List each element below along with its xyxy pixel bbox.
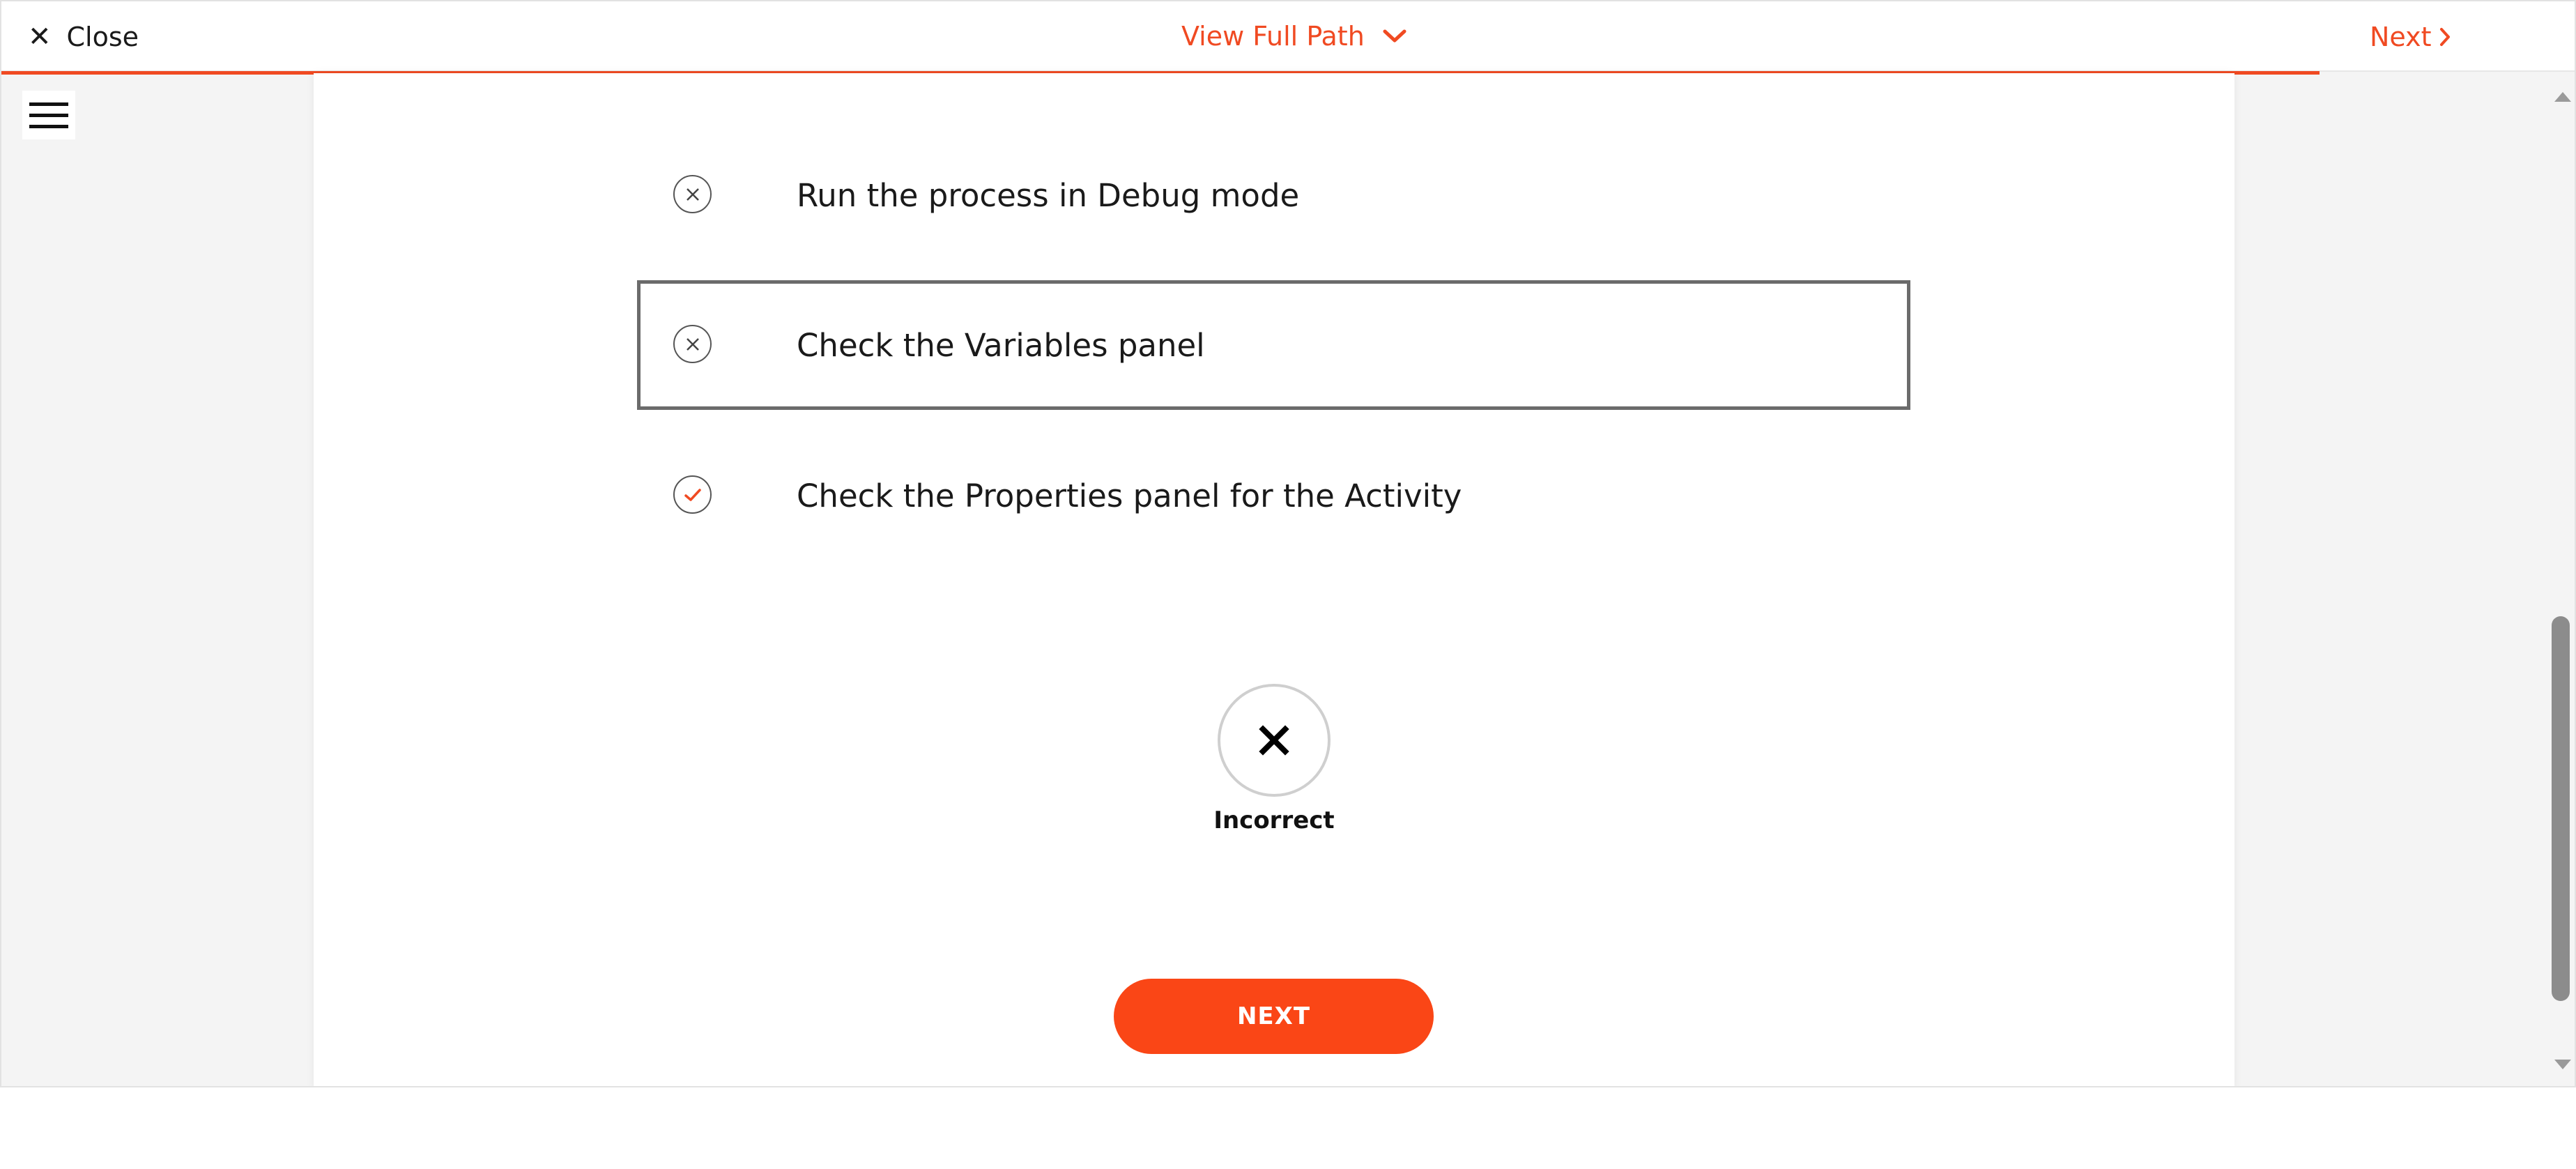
incorrect-circle-icon: [673, 325, 712, 363]
incorrect-result-icon: [1218, 684, 1331, 797]
view-full-path-button[interactable]: View Full Path: [1181, 17, 1406, 56]
answer-option-2[interactable]: Check the Variables panel: [637, 280, 1910, 410]
answer-option-3[interactable]: Check the Properties panel for the Activ…: [637, 431, 1910, 560]
answer-option-1[interactable]: Run the process in Debug mode: [637, 130, 1910, 260]
result-label: Incorrect: [1213, 807, 1335, 834]
menu-icon[interactable]: [22, 91, 75, 139]
next-button[interactable]: NEXT: [1114, 979, 1434, 1054]
correct-check-icon: [673, 475, 712, 514]
answer-option-label: Check the Variables panel: [797, 326, 1205, 364]
lesson-window: ✕ Close View Full Path Next Run the proc…: [0, 0, 2576, 1087]
answer-option-label: Check the Properties panel for the Activ…: [797, 477, 1462, 514]
scrollbar-thumb[interactable]: [2552, 616, 2570, 1001]
next-link[interactable]: Next: [2370, 18, 2451, 56]
close-button[interactable]: ✕ Close: [28, 20, 139, 54]
close-label: Close: [66, 22, 139, 52]
scroll-up-arrow-icon[interactable]: [2554, 92, 2571, 102]
view-full-path-label: View Full Path: [1181, 21, 1365, 52]
chevron-right-icon: [2439, 28, 2450, 46]
incorrect-circle-icon: [673, 175, 712, 213]
scroll-down-arrow-icon[interactable]: [2554, 1060, 2571, 1069]
chevron-down-icon: [1383, 29, 1406, 43]
next-link-label: Next: [2370, 22, 2432, 52]
answer-option-label: Run the process in Debug mode: [797, 176, 1300, 214]
top-bar: ✕ Close View Full Path Next: [1, 1, 2575, 72]
close-icon: ✕: [28, 21, 52, 53]
